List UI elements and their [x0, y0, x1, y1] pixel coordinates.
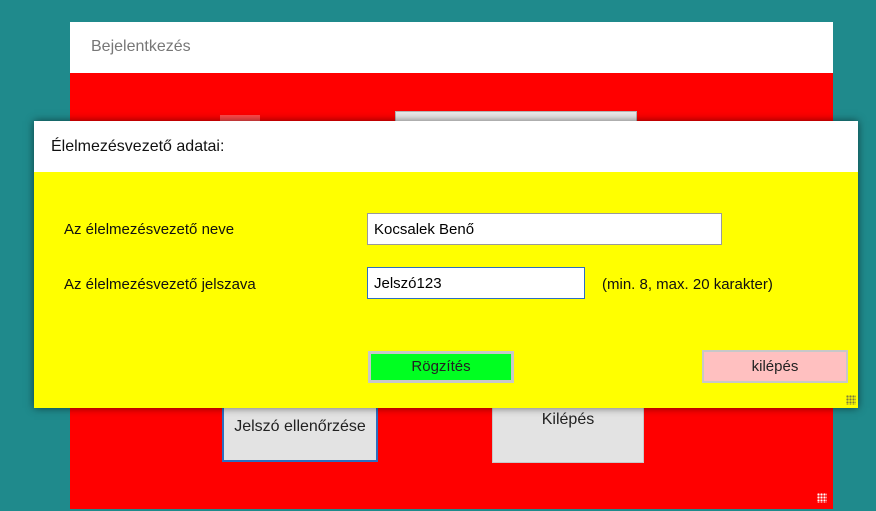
save-button[interactable]: Rögzítés — [368, 351, 514, 383]
manager-data-dialog: Élelmezésvezető adatai: Az élelmezésveze… — [34, 121, 858, 408]
manager-password-input[interactable] — [367, 267, 585, 299]
manager-name-input[interactable] — [367, 213, 722, 245]
login-window-title: Bejelentkezés — [91, 38, 191, 55]
resize-grip-icon[interactable] — [846, 395, 856, 405]
password-length-hint: (min. 8, max. 20 karakter) — [602, 276, 773, 293]
dialog-titlebar[interactable]: Élelmezésvezető adatai: — [34, 121, 858, 172]
manager-name-label: Az élelmezésvezető neve — [64, 221, 235, 238]
check-password-button[interactable]: Jelszó ellenőrzése — [222, 402, 378, 462]
dialog-exit-button[interactable]: kilépés — [702, 350, 848, 383]
dialog-title: Élelmezésvezető adatai: — [51, 138, 225, 155]
resize-grip-icon[interactable] — [817, 493, 827, 503]
manager-password-label: Az élelmezésvezető jelszava — [64, 276, 256, 293]
login-exit-button[interactable]: Kilépés — [492, 402, 644, 463]
login-window-titlebar[interactable]: Bejelentkezés — [70, 22, 833, 73]
